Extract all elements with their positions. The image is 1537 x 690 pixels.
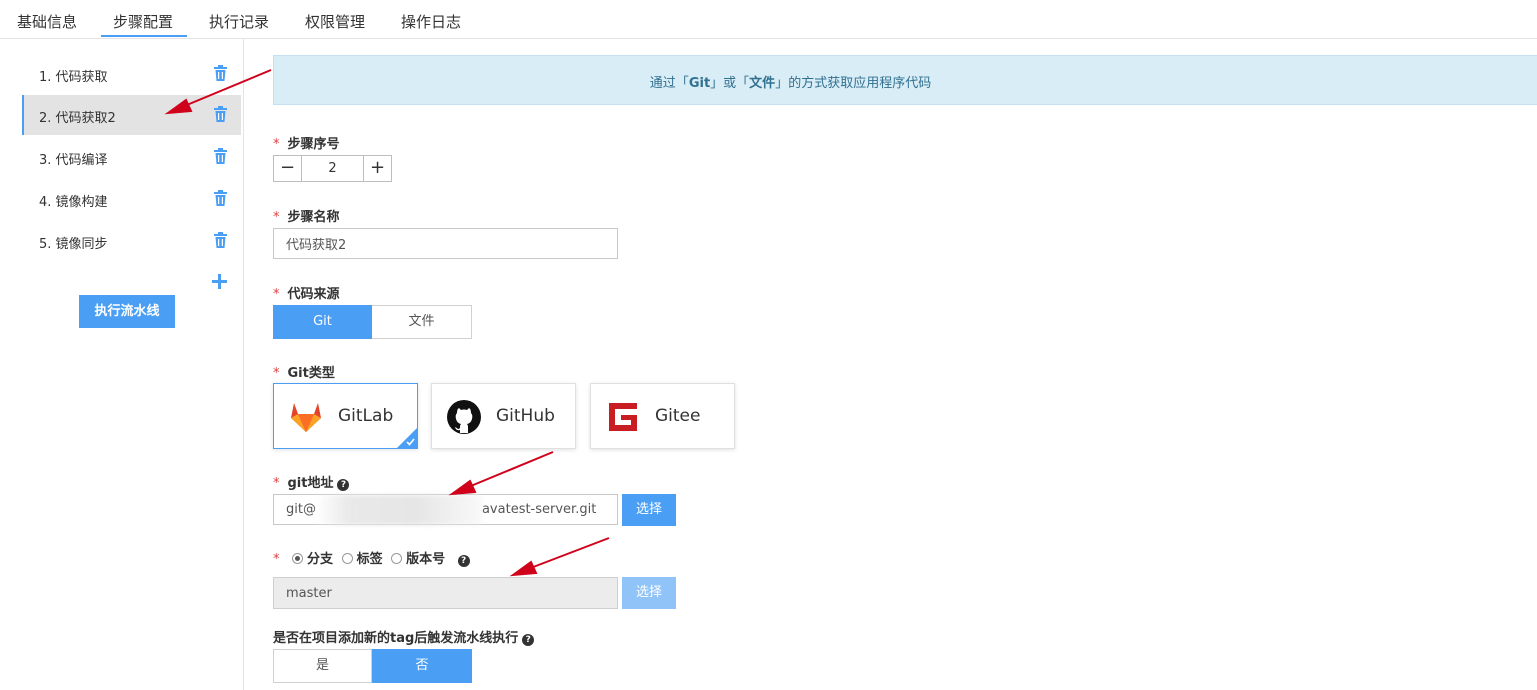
tag-trigger-label: 是否在项目添加新的tag后触发流水线执行? <box>273 627 535 646</box>
gitee-icon <box>609 403 637 431</box>
step-label: 3. 代码编译 <box>39 153 108 168</box>
help-icon[interactable]: ? <box>337 479 350 491</box>
trash-icon[interactable] <box>214 106 227 122</box>
github-card[interactable]: GitHub <box>431 383 576 449</box>
step-label: 1. 代码获取 <box>39 70 108 85</box>
github-name: GitHub <box>496 406 555 426</box>
step-name-label: * 步骤名称 <box>273 210 340 225</box>
tab-operation-log[interactable]: 操作日志 <box>401 11 461 32</box>
top-tab-bar: 基础信息 步骤配置 执行记录 权限管理 操作日志 <box>0 0 1537 39</box>
step-item-5[interactable]: 5. 镜像同步 <box>22 221 241 261</box>
annotation-arrow <box>465 451 554 489</box>
help-icon[interactable]: ? <box>522 634 535 646</box>
tab-permissions[interactable]: 权限管理 <box>305 11 365 32</box>
banner-text: 通过「Git」或「文件」的方式获取应用程序代码 <box>649 76 932 91</box>
ref-type-radio-group: * 分支 标签 版本号 ? <box>273 548 470 567</box>
run-pipeline-button[interactable]: 执行流水线 <box>79 295 175 328</box>
increment-button[interactable]: + <box>363 156 391 181</box>
add-step-plus-icon[interactable] <box>212 274 227 289</box>
gitlab-name: GitLab <box>338 406 394 426</box>
radio-version[interactable] <box>391 553 403 564</box>
git-address-label: * git地址? <box>273 472 350 491</box>
step-item-1[interactable]: 1. 代码获取 <box>22 54 241 94</box>
tag-trigger-yes-button[interactable]: 是 <box>273 649 372 683</box>
gitee-name: Gitee <box>655 406 701 426</box>
git-type-label: * Git类型 <box>273 366 335 381</box>
trash-icon[interactable] <box>214 232 227 248</box>
radio-branch[interactable] <box>292 553 304 564</box>
branch-input[interactable] <box>273 577 618 609</box>
active-tab-underline <box>101 35 187 37</box>
decrement-button[interactable]: − <box>274 156 302 181</box>
code-source-label: * 代码来源 <box>273 287 340 302</box>
step-item-3[interactable]: 3. 代码编译 <box>22 137 241 177</box>
annotation-arrow <box>527 537 610 570</box>
tab-execution-records[interactable]: 执行记录 <box>209 11 269 32</box>
gitlab-card[interactable]: GitLab <box>273 383 418 449</box>
redacted-region <box>316 495 482 525</box>
tab-basic-info[interactable]: 基础信息 <box>17 11 77 32</box>
trash-icon[interactable] <box>214 65 227 81</box>
code-source-git-button[interactable]: Git <box>273 305 372 339</box>
help-icon[interactable]: ? <box>457 555 470 567</box>
step-label: 2. 代码获取2 <box>39 111 116 126</box>
radio-tag[interactable] <box>341 553 353 564</box>
step-name-input[interactable] <box>273 228 618 259</box>
info-banner: 通过「Git」或「文件」的方式获取应用程序代码 <box>273 55 1537 105</box>
tab-step-config[interactable]: 步骤配置 <box>113 11 173 32</box>
step-number-stepper: − + <box>273 155 392 182</box>
github-icon <box>447 400 481 434</box>
gitee-card[interactable]: Gitee <box>590 383 735 449</box>
git-address-select-button[interactable]: 选择 <box>622 494 676 526</box>
branch-select-button[interactable]: 选择 <box>622 577 676 609</box>
code-source-file-button[interactable]: 文件 <box>372 305 472 339</box>
tag-trigger-no-button[interactable]: 否 <box>372 649 472 683</box>
annotation-arrowhead <box>509 560 538 577</box>
step-label: 4. 镜像构建 <box>39 195 108 210</box>
trash-icon[interactable] <box>214 148 227 164</box>
step-number-label: * 步骤序号 <box>273 137 340 152</box>
step-item-4[interactable]: 4. 镜像构建 <box>22 179 241 219</box>
step-item-2[interactable]: 2. 代码获取2 <box>22 95 241 135</box>
step-label: 5. 镜像同步 <box>39 237 108 252</box>
step-number-input[interactable] <box>302 156 363 181</box>
trash-icon[interactable] <box>214 190 227 206</box>
annotation-arrowhead <box>448 479 477 496</box>
step-list-sidebar: 1. 代码获取 2. 代码获取2 3. 代码编译 4. 镜像构建 5. 镜像同步… <box>0 38 244 690</box>
gitlab-icon <box>291 403 321 432</box>
check-icon <box>406 438 415 446</box>
